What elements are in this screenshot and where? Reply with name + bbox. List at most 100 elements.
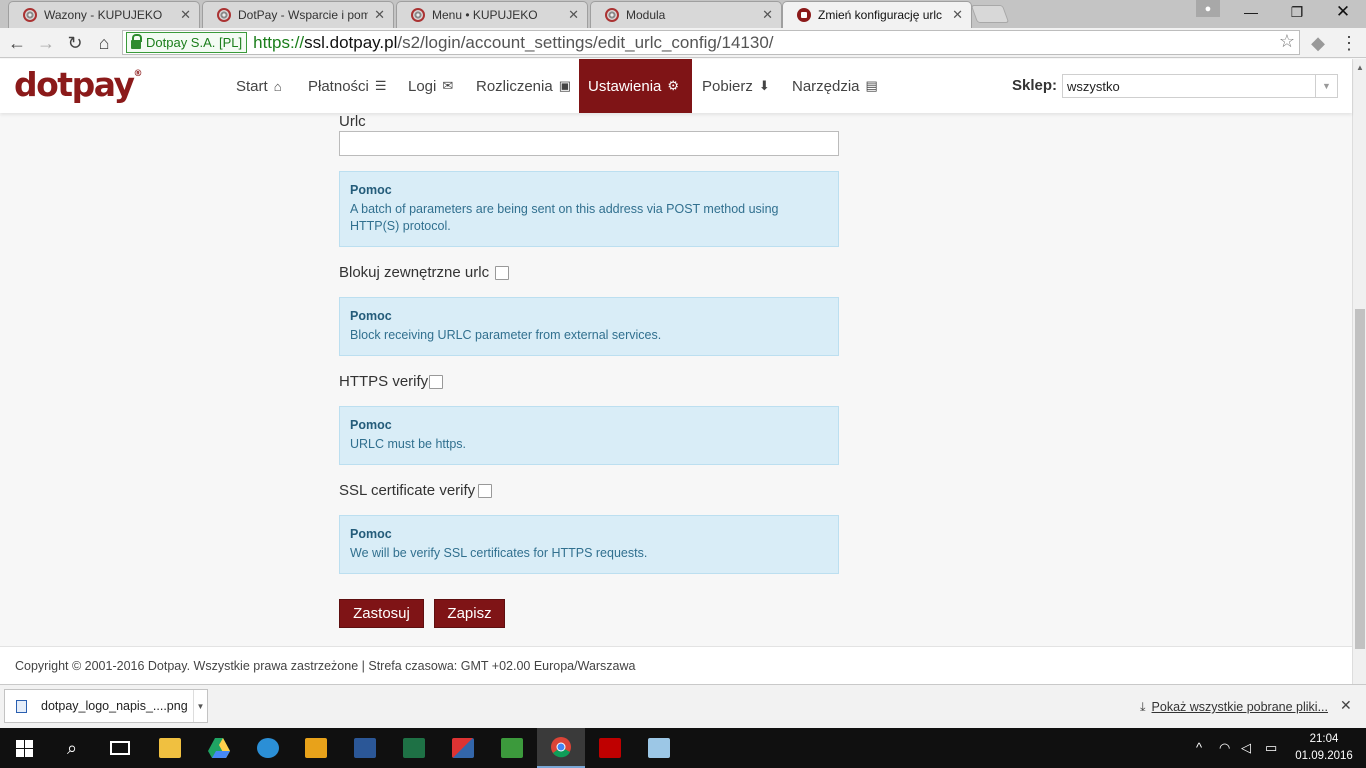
money-icon: ▣ [558,78,571,93]
close-tab-icon[interactable]: ✕ [374,7,385,23]
ssl-verify-label: SSL certificate verify [339,482,476,499]
help-title: Pomoc [350,527,392,541]
nav-label: Ustawienia [588,77,662,95]
volume-icon[interactable]: ◁ [1241,740,1251,756]
app-shortcut-icon[interactable] [635,728,683,768]
nav-label: Start [236,77,268,95]
help-box-https: Pomoc URLC must be https. [339,406,839,465]
restore-button[interactable]: ❐ [1274,0,1320,24]
reload-icon[interactable]: ↻ [63,31,87,55]
save-button[interactable]: Zapisz [434,599,505,628]
nav-ustawienia[interactable]: Ustawienia ⚙ [579,59,692,113]
https-verify-label: HTTPS verify [339,373,429,390]
dotpay-logo[interactable]: dotpay® [14,65,142,104]
user-profile-icon[interactable]: ● [1196,0,1220,17]
extension-icon[interactable]: ◆ [1306,31,1330,55]
browser-tab-wazony[interactable]: Wazony - KUPUJEKO ✕ [8,1,200,28]
download-item[interactable]: dotpay_logo_napis_....png ▼ [4,689,208,723]
excel-icon[interactable] [390,728,438,768]
close-tab-icon[interactable]: ✕ [952,7,963,23]
help-title: Pomoc [350,309,392,323]
apply-button[interactable]: Zastosuj [339,599,424,628]
tab-title: Wazony - KUPUJEKO [44,8,163,22]
google-drive-icon[interactable] [195,728,243,768]
nav-logi[interactable]: Logi ✉ [399,59,462,113]
windows-start-icon[interactable] [0,728,48,768]
ev-certificate-badge[interactable]: Dotpay S.A. [PL] [126,32,248,53]
browser-tab-menu[interactable]: Menu • KUPUJEKO ✕ [396,1,588,28]
help-title: Pomoc [350,183,392,197]
list-icon: ☰ [374,78,387,93]
close-icon[interactable]: ✕ [1340,697,1352,714]
back-icon[interactable]: ← [5,31,29,55]
bookmark-star-icon[interactable]: ☆ [1279,31,1295,52]
nav-start[interactable]: Start ⌂ [227,59,291,113]
scrollbar-thumb[interactable] [1355,309,1365,649]
ftp-client-icon[interactable] [439,728,487,768]
shop-select-value: wszystko [1067,78,1120,94]
show-all-text: Pokaż wszystkie pobrane pliki... [1151,700,1328,714]
nav-label: Narzędzia [792,77,860,95]
help-box-ssl: Pomoc We will be verify SSL certificates… [339,515,839,574]
nav-rozliczenia[interactable]: Rozliczenia ▣ [467,59,580,113]
url-scheme: https:// [253,32,305,52]
envelope-icon: ✉ [442,78,454,93]
task-view-icon[interactable] [96,728,144,768]
nav-pobierz[interactable]: Pobierz ⬇ [693,59,779,113]
tab-title: DotPay - Wsparcie i pomo [238,8,369,22]
close-window-button[interactable]: ✕ [1320,0,1366,24]
help-text: URLC must be https. [350,437,467,451]
urlc-input[interactable] [339,131,839,156]
chevron-down-icon[interactable]: ▼ [193,690,207,722]
nav-label: Płatności [308,77,369,95]
download-file-name: dotpay_logo_napis_....png [41,699,188,713]
new-tab-button[interactable] [970,5,1010,23]
minimize-button[interactable]: — [1228,0,1274,24]
shop-label: Sklep: [1012,77,1058,94]
close-tab-icon[interactable]: ✕ [762,7,773,23]
system-clock[interactable]: 21:04 01.09.2016 [1292,731,1356,765]
nav-platnosci[interactable]: Płatności ☰ [299,59,396,113]
padlock-icon [131,34,142,49]
ssl-verify-checkbox[interactable] [478,484,492,498]
block-external-urlc-label: Blokuj zewnętrzne urlc [339,264,490,281]
nav-label: Logi [408,77,437,95]
settings-form: Urlc Pomoc A batch of parameters are bei… [0,113,1352,646]
show-all-downloads-link[interactable]: ⤓ Pokaż wszystkie pobrane pliki... [1140,700,1328,715]
shop-select[interactable]: wszystko ▼ [1062,74,1338,98]
chrome-menu-icon[interactable]: ⋮ [1337,31,1361,55]
close-tab-icon[interactable]: ✕ [568,7,579,23]
https-verify-checkbox[interactable] [429,375,443,389]
notifications-icon[interactable]: ▭ [1265,740,1277,756]
word-icon[interactable] [341,728,389,768]
page-scrollbar[interactable]: ▲ [1352,59,1366,684]
tab-title: Menu • KUPUJEKO [432,8,538,22]
search-icon[interactable]: ⌕ [48,728,96,768]
chrome-icon[interactable] [537,728,585,768]
site-header: dotpay® Start ⌂ Płatności ☰ Logi ✉ Rozlicze… [0,59,1352,113]
scroll-up-arrow-icon[interactable]: ▲ [1356,63,1364,72]
filezilla-icon[interactable] [586,728,634,768]
app-shortcut-icon[interactable] [244,728,292,768]
nav-narzedzia[interactable]: Narzędzia ▤ [783,59,887,113]
chevron-up-icon[interactable]: ^ [1196,740,1202,755]
browser-tab-modula[interactable]: Modula ✕ [590,1,782,28]
app-shortcut-icon[interactable] [488,728,536,768]
home-icon[interactable]: ⌂ [92,31,116,55]
url-path: /s2/login/account_settings/edit_urlc_con… [397,32,774,52]
nav-label: Pobierz [702,77,753,95]
close-tab-icon[interactable]: ✕ [180,7,191,23]
browser-tab-dotpay-support[interactable]: DotPay - Wsparcie i pomo ✕ [202,1,394,28]
file-explorer-icon[interactable] [146,728,194,768]
browser-tab-urlc-config[interactable]: Zmień konfigurację urlc ✕ [782,1,972,28]
wifi-icon[interactable]: ◠ [1219,740,1230,756]
chevron-down-icon[interactable]: ▼ [1315,75,1337,97]
block-external-urlc-checkbox[interactable] [495,266,509,280]
url-host: ssl.dotpay.pl [304,32,398,52]
forward-icon[interactable]: → [34,31,58,55]
help-box-urlc: Pomoc A batch of parameters are being se… [339,171,839,247]
windows-taskbar: ⌕ ^ ◠ ◁ ▭ 21:04 01.09.2016 [0,728,1366,768]
outlook-icon[interactable] [292,728,340,768]
nav-label: Rozliczenia [476,77,553,95]
address-bar[interactable]: Dotpay S.A. [PL] https://ssl.dotpay.pl/s… [122,30,1300,55]
